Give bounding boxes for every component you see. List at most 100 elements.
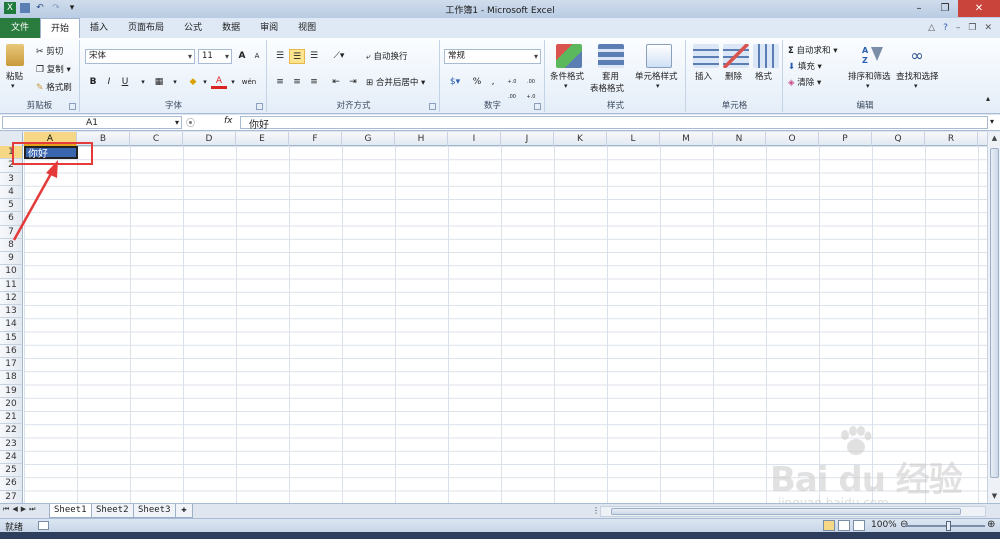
paste-icon[interactable]: [6, 44, 24, 66]
fill-button[interactable]: ⬇ 填充 ▾: [788, 60, 822, 73]
ribbon-scroll-icon[interactable]: ▴: [986, 94, 990, 103]
row-header-17[interactable]: 17: [0, 358, 23, 372]
macro-record-icon[interactable]: [38, 521, 49, 530]
binoculars-icon[interactable]: ∞: [906, 44, 928, 68]
delete-cells-icon[interactable]: [723, 44, 749, 68]
row-header-25[interactable]: 25: [0, 464, 23, 478]
cell-styles-dropdown-icon[interactable]: ▾: [656, 82, 660, 90]
formula-cancel-icon[interactable]: ⦿: [186, 116, 195, 129]
column-header-o[interactable]: O: [766, 132, 819, 146]
sort-filter-icon[interactable]: A Z: [860, 44, 883, 68]
zoom-level[interactable]: 100%: [871, 520, 897, 530]
row-header-7[interactable]: 7: [0, 225, 23, 239]
expand-formula-icon[interactable]: ▾: [990, 117, 994, 126]
row-header-10[interactable]: 10: [0, 265, 23, 279]
underline-button[interactable]: U: [117, 75, 133, 90]
sort-filter-dropdown-icon[interactable]: ▾: [866, 82, 870, 90]
minimize-button[interactable]: –: [906, 0, 932, 17]
phonetic-icon[interactable]: wén: [239, 75, 259, 90]
tab-review[interactable]: 审阅: [250, 18, 288, 38]
prev-sheet-icon[interactable]: ◀: [12, 505, 17, 514]
font-name-select[interactable]: 宋体: [85, 49, 195, 64]
horizontal-scroll-thumb[interactable]: [611, 508, 961, 515]
currency-icon[interactable]: $▾: [444, 75, 466, 90]
column-header-l[interactable]: L: [607, 132, 660, 146]
column-header-n[interactable]: N: [713, 132, 766, 146]
minimize-ribbon-icon[interactable]: △: [928, 18, 935, 38]
page-break-view-icon[interactable]: [853, 520, 865, 531]
conditional-format-icon[interactable]: [556, 44, 582, 68]
italic-button[interactable]: I: [101, 75, 117, 90]
row-header-11[interactable]: 11: [0, 278, 23, 292]
underline-dropdown-icon[interactable]: ▾: [135, 75, 151, 90]
zoom-slider[interactable]: [905, 525, 985, 527]
workbook-restore-icon[interactable]: ❐: [968, 18, 976, 38]
column-header-i[interactable]: I: [448, 132, 501, 146]
row-header-16[interactable]: 16: [0, 344, 23, 358]
column-header-c[interactable]: C: [130, 132, 183, 146]
find-select-button[interactable]: 查找和选择: [896, 70, 939, 82]
column-header-p[interactable]: P: [819, 132, 872, 146]
restore-button[interactable]: ❐: [932, 0, 958, 17]
number-format-select[interactable]: 常规: [444, 49, 541, 64]
column-header-m[interactable]: M: [660, 132, 713, 146]
row-header-12[interactable]: 12: [0, 291, 23, 305]
wrap-text-button[interactable]: ⤶ 自动换行: [366, 50, 407, 63]
close-button[interactable]: ✕: [958, 0, 1000, 17]
autosum-button[interactable]: Σ 自动求和 ▾: [788, 44, 838, 57]
page-layout-view-icon[interactable]: [838, 520, 850, 531]
zoom-slider-knob[interactable]: [946, 521, 951, 531]
clipboard-launcher-icon[interactable]: [69, 103, 76, 110]
conditional-format-dropdown-icon[interactable]: ▾: [564, 82, 568, 90]
font-launcher-icon[interactable]: [256, 103, 263, 110]
column-header-h[interactable]: H: [395, 132, 448, 146]
row-header-3[interactable]: 3: [0, 172, 23, 186]
format-cells-icon[interactable]: [753, 44, 779, 68]
borders-dropdown-icon[interactable]: ▾: [167, 75, 183, 90]
format-cells-button[interactable]: 格式: [755, 70, 772, 82]
align-right-icon[interactable]: ≡: [306, 75, 322, 90]
column-header-r[interactable]: R: [925, 132, 978, 146]
horizontal-scrollbar[interactable]: [600, 506, 986, 517]
align-bottom-icon[interactable]: ☰: [306, 49, 322, 64]
row-header-21[interactable]: 21: [0, 411, 23, 425]
tab-page-layout[interactable]: 页面布局: [118, 18, 174, 38]
find-select-dropdown-icon[interactable]: ▾: [914, 82, 918, 90]
cell-styles-button[interactable]: 单元格样式: [635, 70, 678, 82]
decrease-indent-icon[interactable]: ⇤: [328, 75, 344, 90]
sort-filter-button[interactable]: 排序和筛选: [848, 70, 891, 82]
insert-function-icon[interactable]: fx: [224, 116, 233, 126]
row-header-4[interactable]: 4: [0, 185, 23, 199]
workbook-minimize-icon[interactable]: –: [956, 18, 961, 38]
shrink-font-button[interactable]: A: [249, 49, 265, 64]
alignment-launcher-icon[interactable]: [429, 103, 436, 110]
tab-formulas[interactable]: 公式: [174, 18, 212, 38]
row-header-19[interactable]: 19: [0, 384, 23, 398]
clear-button[interactable]: ◈ 清除 ▾: [788, 76, 821, 89]
format-as-table-line2[interactable]: 表格格式: [590, 82, 624, 94]
increase-indent-icon[interactable]: ⇥: [345, 75, 361, 90]
increase-decimal-icon[interactable]: +.0 .00: [503, 75, 521, 100]
format-as-table-icon[interactable]: [598, 44, 624, 68]
delete-cells-button[interactable]: 删除: [725, 70, 742, 82]
align-left-icon[interactable]: ≡: [272, 75, 288, 90]
column-header-d[interactable]: D: [183, 132, 236, 146]
last-sheet-icon[interactable]: ⏭: [29, 505, 35, 514]
align-center-icon[interactable]: ≡: [289, 75, 305, 90]
row-header-5[interactable]: 5: [0, 199, 23, 213]
insert-sheet-icon[interactable]: ✚: [175, 504, 193, 518]
grow-font-button[interactable]: A: [234, 49, 250, 64]
cut-button[interactable]: ✂ 剪切: [36, 45, 63, 58]
row-header-13[interactable]: 13: [0, 305, 23, 319]
tab-file[interactable]: 文件: [0, 18, 40, 38]
vertical-scroll-thumb[interactable]: [990, 148, 999, 478]
tab-view[interactable]: 视图: [288, 18, 326, 38]
font-size-select[interactable]: 11: [198, 49, 232, 64]
cell-styles-icon[interactable]: [646, 44, 672, 68]
comma-button[interactable]: ,: [485, 75, 501, 90]
sheet-tab-3[interactable]: Sheet3: [133, 504, 176, 518]
row-header-23[interactable]: 23: [0, 437, 23, 451]
row-header-14[interactable]: 14: [0, 318, 23, 332]
row-header-15[interactable]: 15: [0, 331, 23, 345]
zoom-in-icon[interactable]: ⊕: [987, 519, 995, 530]
